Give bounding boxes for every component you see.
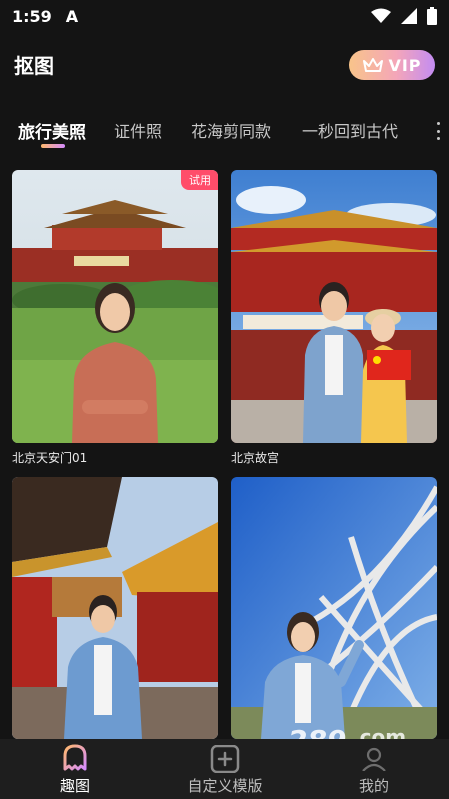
trial-badge: 试用 xyxy=(181,170,218,190)
plus-square-icon xyxy=(210,745,240,773)
template-thumbnail xyxy=(12,477,218,739)
template-label: 北京天安门01 xyxy=(12,451,88,465)
status-icons xyxy=(371,7,437,25)
app-notification-icon: A xyxy=(65,6,79,26)
template-card[interactable] xyxy=(231,477,437,739)
category-tabs: 旅行美照 证件照 花海剪同款 一秒回到古代 xyxy=(0,112,449,152)
tab-ancient-times[interactable]: 一秒回到古代 xyxy=(302,118,398,142)
cell-signal-icon xyxy=(401,8,417,24)
template-card[interactable]: 试用 xyxy=(12,170,218,443)
nav-label: 趣图 xyxy=(59,777,90,795)
template-thumbnail xyxy=(12,170,218,443)
status-bar: 1:59 A xyxy=(0,0,449,32)
ghost-icon xyxy=(63,744,87,771)
nav-custom-template[interactable]: 自定义模版 xyxy=(150,739,300,799)
status-time: 1:59 xyxy=(12,6,52,26)
template-thumbnail xyxy=(231,170,437,443)
nav-label: 我的 xyxy=(358,777,389,795)
vip-label: VIP xyxy=(388,55,422,75)
crown-icon xyxy=(363,58,384,72)
template-label: 北京故宫 xyxy=(231,451,280,465)
active-tab-indicator xyxy=(41,144,65,148)
app-header: 抠图 VIP xyxy=(0,44,449,88)
battery-icon xyxy=(427,7,437,25)
template-thumbnail xyxy=(231,477,437,739)
person-icon xyxy=(362,747,386,771)
bottom-nav: 趣图 自定义模版 我的 xyxy=(0,739,449,799)
tab-travel[interactable]: 旅行美照 xyxy=(18,118,86,143)
tab-id-photo[interactable]: 证件照 xyxy=(114,118,162,142)
more-tabs-icon[interactable] xyxy=(435,122,441,140)
tab-flower-sea[interactable]: 花海剪同款 xyxy=(191,118,271,142)
page-title: 抠图 xyxy=(14,54,54,78)
vip-button[interactable]: VIP xyxy=(349,50,435,80)
template-card[interactable] xyxy=(12,477,218,739)
nav-label: 自定义模版 xyxy=(187,777,263,795)
wifi-icon xyxy=(371,8,391,23)
template-card[interactable] xyxy=(231,170,437,443)
nav-fun-images[interactable]: 趣图 xyxy=(0,739,150,799)
nav-mine[interactable]: 我的 xyxy=(299,739,449,799)
